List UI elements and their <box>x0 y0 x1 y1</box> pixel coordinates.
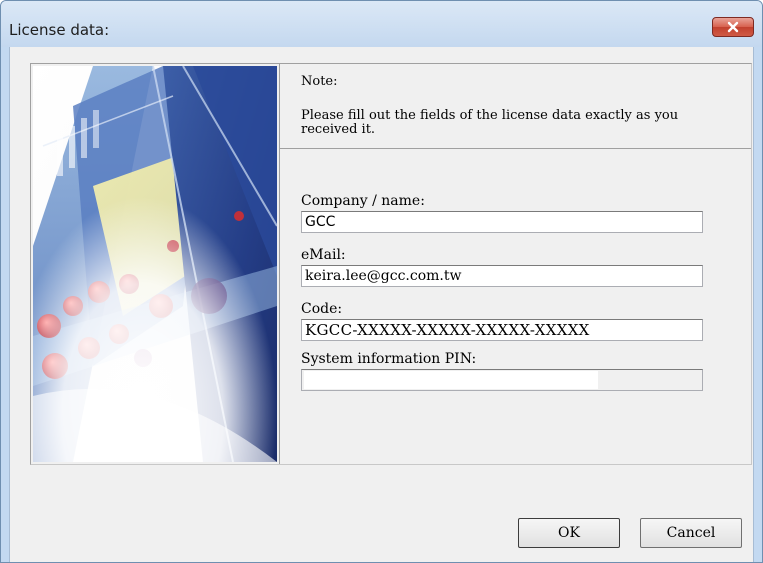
email-input[interactable] <box>301 265 703 287</box>
code-label: Code: <box>301 301 343 317</box>
system-pin-field[interactable] <box>301 369 703 391</box>
note-area: Note: Please fill out the fields of the … <box>280 64 751 149</box>
close-icon <box>727 21 739 33</box>
company-name-input[interactable] <box>301 211 703 233</box>
license-code-input[interactable] <box>301 319 703 341</box>
ok-button[interactable]: OK <box>518 518 620 548</box>
email-label: eMail: <box>301 247 346 263</box>
cancel-button[interactable]: Cancel <box>640 518 742 548</box>
title-bar[interactable]: License data: <box>1 1 762 47</box>
dialog-client-area: Note: Please fill out the fields of the … <box>9 47 754 562</box>
window-title: License data: <box>9 21 110 39</box>
pin-label: System information PIN: <box>301 351 477 367</box>
close-button[interactable] <box>712 17 754 37</box>
license-dialog: License data: Note: Please fill out the … <box>0 0 763 563</box>
note-text: Please fill out the fields of the licens… <box>301 108 679 137</box>
pin-value <box>304 371 598 389</box>
company-label: Company / name: <box>301 193 425 209</box>
license-panel: Note: Please fill out the fields of the … <box>30 63 752 465</box>
note-title: Note: <box>301 74 338 89</box>
decorative-graphic <box>33 66 277 462</box>
